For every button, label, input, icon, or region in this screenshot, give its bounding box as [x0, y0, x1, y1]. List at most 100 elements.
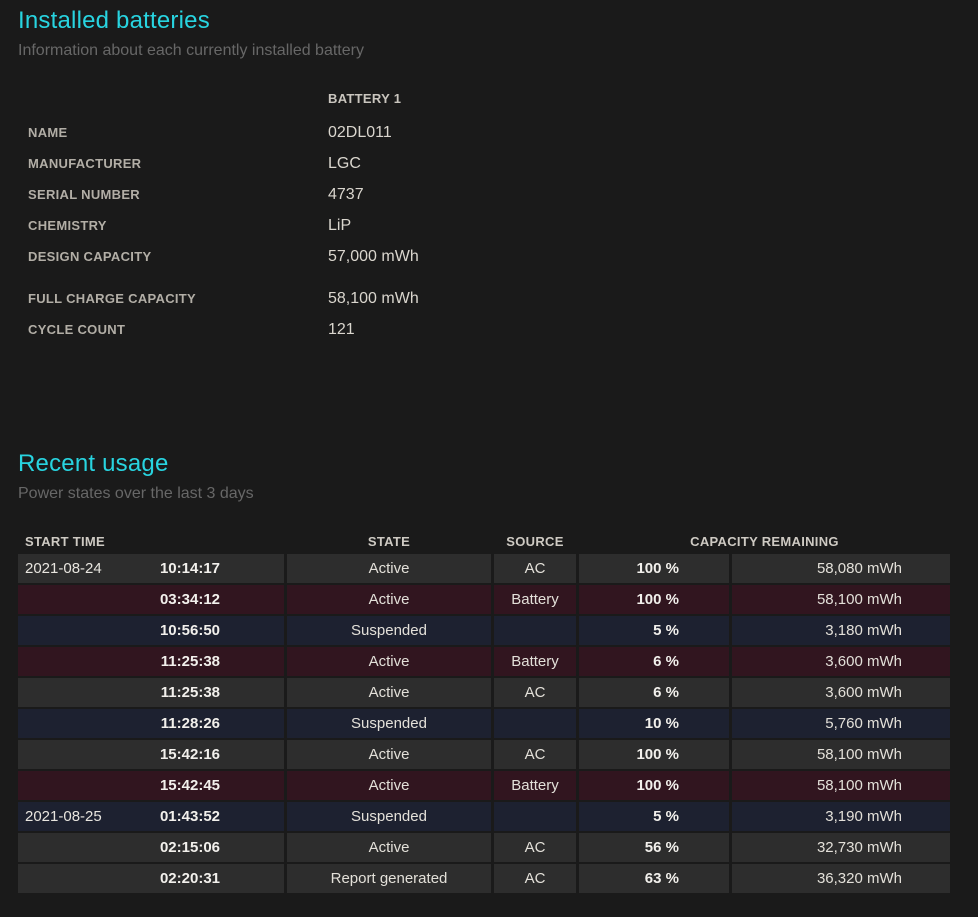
usage-cell-start-time: 11:28:26: [18, 709, 284, 738]
usage-time: 11:25:38: [161, 684, 220, 701]
battery-info-label: MANUFACTURER: [18, 156, 328, 171]
usage-cell-mwh: 58,080 mWh: [732, 554, 950, 583]
usage-row: 10:56:50 Suspended 5 % 3,180 mWh: [18, 616, 950, 645]
usage-cell-start-time: 02:15:06: [18, 833, 284, 862]
usage-cell-start-time: 15:42:16: [18, 740, 284, 769]
usage-cell-start-time: 2021-08-25 01:43:52: [18, 802, 284, 831]
usage-table-body: 2021-08-24 10:14:17 Active AC 100 % 58,0…: [18, 554, 950, 893]
battery-info-value: 4737: [328, 186, 364, 204]
usage-cell-percent: 100 %: [579, 740, 729, 769]
battery-info-label: CYCLE COUNT: [18, 322, 328, 337]
usage-header-source: SOURCE: [494, 528, 576, 552]
usage-cell-mwh: 58,100 mWh: [732, 771, 950, 800]
battery-info-value: LiP: [328, 217, 351, 235]
battery-info-row: MANUFACTURER LGC: [18, 148, 978, 179]
battery-info-value: LGC: [328, 155, 361, 173]
usage-cell-start-time: 11:25:38: [18, 647, 284, 676]
installed-batteries-subtitle: Information about each currently install…: [18, 41, 978, 61]
recent-usage-title: Recent usage: [18, 449, 978, 479]
usage-cell-state: Active: [287, 740, 491, 769]
usage-row: 2021-08-24 10:14:17 Active AC 100 % 58,0…: [18, 554, 950, 583]
battery-info-label: NAME: [18, 125, 328, 140]
battery-info-value: 02DL011: [328, 124, 392, 142]
battery-info-header-row: BATTERY 1: [18, 91, 978, 117]
usage-cell-percent: 5 %: [579, 616, 729, 645]
usage-cell-mwh: 3,600 mWh: [732, 647, 950, 676]
battery-info-row: SERIAL NUMBER 4737: [18, 179, 978, 210]
usage-header-capacity-remaining: CAPACITY REMAINING: [579, 528, 950, 552]
battery-info-label: DESIGN CAPACITY: [18, 249, 328, 264]
usage-cell-source: AC: [494, 740, 576, 769]
usage-row: 15:42:16 Active AC 100 % 58,100 mWh: [18, 740, 950, 769]
usage-cell-percent: 10 %: [579, 709, 729, 738]
usage-time: 02:20:31: [160, 870, 220, 887]
usage-cell-start-time: 2021-08-24 10:14:17: [18, 554, 284, 583]
usage-cell-mwh: 3,190 mWh: [732, 802, 950, 831]
usage-cell-source: [494, 616, 576, 645]
usage-cell-percent: 5 %: [579, 802, 729, 831]
battery-info-label: FULL CHARGE CAPACITY: [18, 291, 328, 306]
usage-time: 01:43:52: [160, 808, 220, 825]
battery-info-row: CYCLE COUNT 121: [18, 314, 978, 345]
battery-column-header: BATTERY 1: [328, 91, 401, 106]
usage-cell-percent: 6 %: [579, 678, 729, 707]
usage-table-header: START TIME STATE SOURCE CAPACITY REMAINI…: [18, 528, 950, 552]
usage-cell-source: Battery: [494, 771, 576, 800]
recent-usage-section: Recent usage Power states over the last …: [0, 449, 978, 504]
usage-cell-source: Battery: [494, 585, 576, 614]
usage-cell-state: Suspended: [287, 616, 491, 645]
usage-row: 02:15:06 Active AC 56 % 32,730 mWh: [18, 833, 950, 862]
battery-info-row: DESIGN CAPACITY 57,000 mWh: [18, 241, 978, 272]
battery-info-label: CHEMISTRY: [18, 218, 328, 233]
usage-table: START TIME STATE SOURCE CAPACITY REMAINI…: [15, 526, 953, 895]
usage-time: 10:14:17: [160, 560, 220, 577]
usage-time: 15:42:16: [160, 746, 220, 763]
usage-time: 10:56:50: [160, 622, 220, 639]
usage-cell-state: Report generated: [287, 864, 491, 893]
usage-cell-source: Battery: [494, 647, 576, 676]
battery-info-value: 57,000 mWh: [328, 248, 419, 266]
usage-cell-percent: 100 %: [579, 585, 729, 614]
usage-cell-mwh: 3,600 mWh: [732, 678, 950, 707]
usage-cell-state: Active: [287, 771, 491, 800]
usage-cell-source: [494, 802, 576, 831]
usage-row: 11:25:38 Active Battery 6 % 3,600 mWh: [18, 647, 950, 676]
usage-cell-source: [494, 709, 576, 738]
usage-cell-source: AC: [494, 864, 576, 893]
usage-cell-mwh: 36,320 mWh: [732, 864, 950, 893]
usage-row: 2021-08-25 01:43:52 Suspended 5 % 3,190 …: [18, 802, 950, 831]
usage-cell-mwh: 58,100 mWh: [732, 585, 950, 614]
usage-cell-state: Suspended: [287, 709, 491, 738]
usage-date: 2021-08-25: [25, 808, 160, 825]
usage-cell-percent: 63 %: [579, 864, 729, 893]
usage-date: 2021-08-24: [25, 560, 160, 577]
usage-row: 02:20:31 Report generated AC 63 % 36,320…: [18, 864, 950, 893]
usage-cell-percent: 100 %: [579, 554, 729, 583]
usage-time: 11:25:38: [161, 653, 220, 670]
usage-cell-source: AC: [494, 833, 576, 862]
usage-cell-start-time: 15:42:45: [18, 771, 284, 800]
usage-cell-state: Active: [287, 833, 491, 862]
usage-cell-percent: 56 %: [579, 833, 729, 862]
battery-info-value: 58,100 mWh: [328, 290, 419, 308]
usage-cell-percent: 100 %: [579, 771, 729, 800]
usage-cell-state: Active: [287, 585, 491, 614]
usage-row: 11:28:26 Suspended 10 % 5,760 mWh: [18, 709, 950, 738]
usage-time: 15:42:45: [160, 777, 220, 794]
usage-time: 02:15:06: [160, 839, 220, 856]
usage-time: 03:34:12: [160, 591, 220, 608]
usage-cell-mwh: 3,180 mWh: [732, 616, 950, 645]
usage-cell-percent: 6 %: [579, 647, 729, 676]
usage-cell-state: Active: [287, 647, 491, 676]
usage-time: 11:28:26: [161, 715, 220, 732]
usage-cell-state: Active: [287, 678, 491, 707]
battery-info-label: SERIAL NUMBER: [18, 187, 328, 202]
installed-batteries-title: Installed batteries: [18, 6, 978, 36]
battery-report-page: Installed batteries Information about ea…: [0, 0, 978, 917]
usage-header-start-time: START TIME: [18, 528, 284, 552]
usage-row: 15:42:45 Active Battery 100 % 58,100 mWh: [18, 771, 950, 800]
usage-row: 11:25:38 Active AC 6 % 3,600 mWh: [18, 678, 950, 707]
battery-info-row: FULL CHARGE CAPACITY 58,100 mWh: [18, 283, 978, 314]
battery-info-value: 121: [328, 321, 355, 339]
battery-info-row: NAME 02DL011: [18, 117, 978, 148]
